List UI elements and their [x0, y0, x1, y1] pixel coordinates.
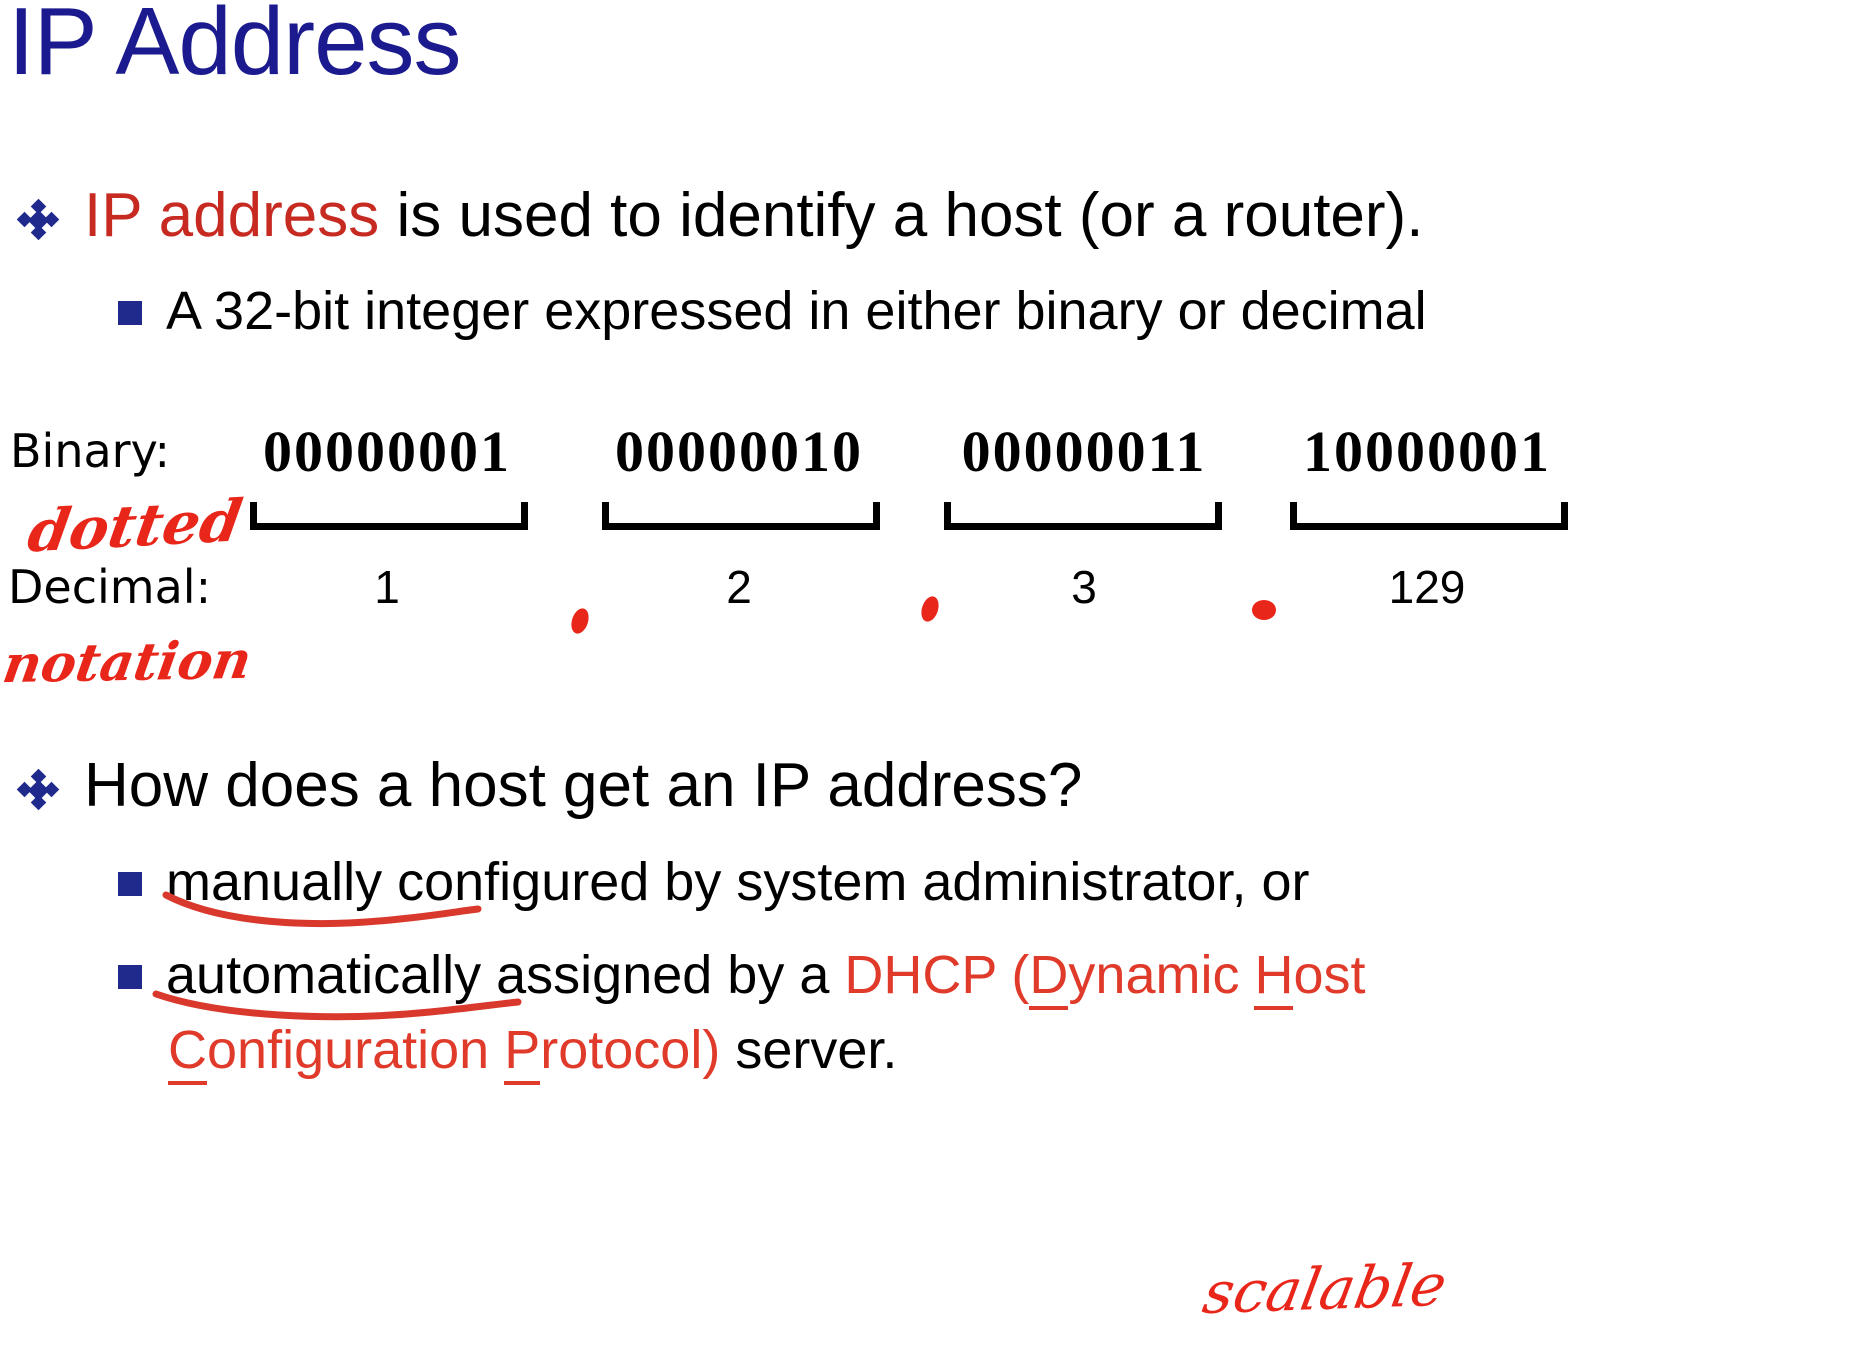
diamond-bullet-icon — [16, 198, 60, 241]
square-bullet-icon — [118, 301, 142, 325]
octet-brace-4 — [1290, 500, 1568, 530]
annotation-scalable: scalable — [1198, 1250, 1452, 1328]
bullet-1-rest: is used to identify a host (or a router)… — [379, 181, 1424, 250]
decimal-octet-4: 129 — [1388, 561, 1466, 613]
slide-canvas: IP Address IP address is used to identif… — [0, 0, 1854, 1354]
bullet-5-trailer: server. — [720, 1020, 898, 1080]
decimal-row-label: Decimal: — [8, 560, 212, 614]
bullet-item-1: IP address is used to identify a host (o… — [16, 185, 1423, 247]
dhcp-open: DHCP ( — [844, 945, 1030, 1005]
dhcp-d-initial: D — [1029, 945, 1069, 1010]
binary-octet-1: 00000001 — [263, 419, 511, 484]
ink-underline-manually — [162, 891, 482, 928]
dhcp-h-initial: H — [1254, 945, 1294, 1010]
diamond-bullet-icon — [16, 768, 60, 811]
square-bullet-icon — [118, 872, 142, 896]
decimal-octet-2: 2 — [726, 561, 752, 613]
binary-row-label: Binary: — [10, 424, 170, 478]
bullet-2-text: A 32-bit integer expressed in either bin… — [166, 281, 1427, 341]
page-title: IP Address — [8, 0, 462, 95]
annotation-dotted: dotted — [23, 486, 247, 566]
octet-brace-1 — [250, 500, 528, 530]
decimal-octet-1: 1 — [374, 561, 400, 613]
octet-brace-2 — [602, 500, 880, 530]
dhcp-dynamic-rest: ynamic — [1068, 945, 1255, 1005]
decimal-octet-3: 3 — [1071, 561, 1097, 613]
bullet-1-text: IP address is used to identify a host (o… — [84, 185, 1423, 247]
dhcp-acronym: DHCP (Dynamic Host — [844, 945, 1366, 1010]
annotation-notation: notation — [0, 629, 256, 696]
ink-dot-separator-3 — [1252, 600, 1276, 620]
binary-octet-2: 00000010 — [615, 419, 863, 484]
ink-underline-automatically — [152, 990, 522, 1021]
bullet-1-highlight: IP address — [84, 181, 380, 250]
bullet-item-3: How does a host get an IP address? — [16, 751, 1083, 820]
octet-brace-3 — [944, 500, 1222, 530]
square-bullet-icon — [118, 965, 142, 989]
dhcp-host-rest: ost — [1293, 945, 1366, 1005]
bullet-3-text: How does a host get an IP address? — [84, 751, 1083, 820]
binary-octet-3: 00000011 — [961, 419, 1207, 484]
bullet-item-2: A 32-bit integer expressed in either bin… — [118, 284, 1427, 338]
binary-octet-4: 10000001 — [1303, 419, 1551, 484]
